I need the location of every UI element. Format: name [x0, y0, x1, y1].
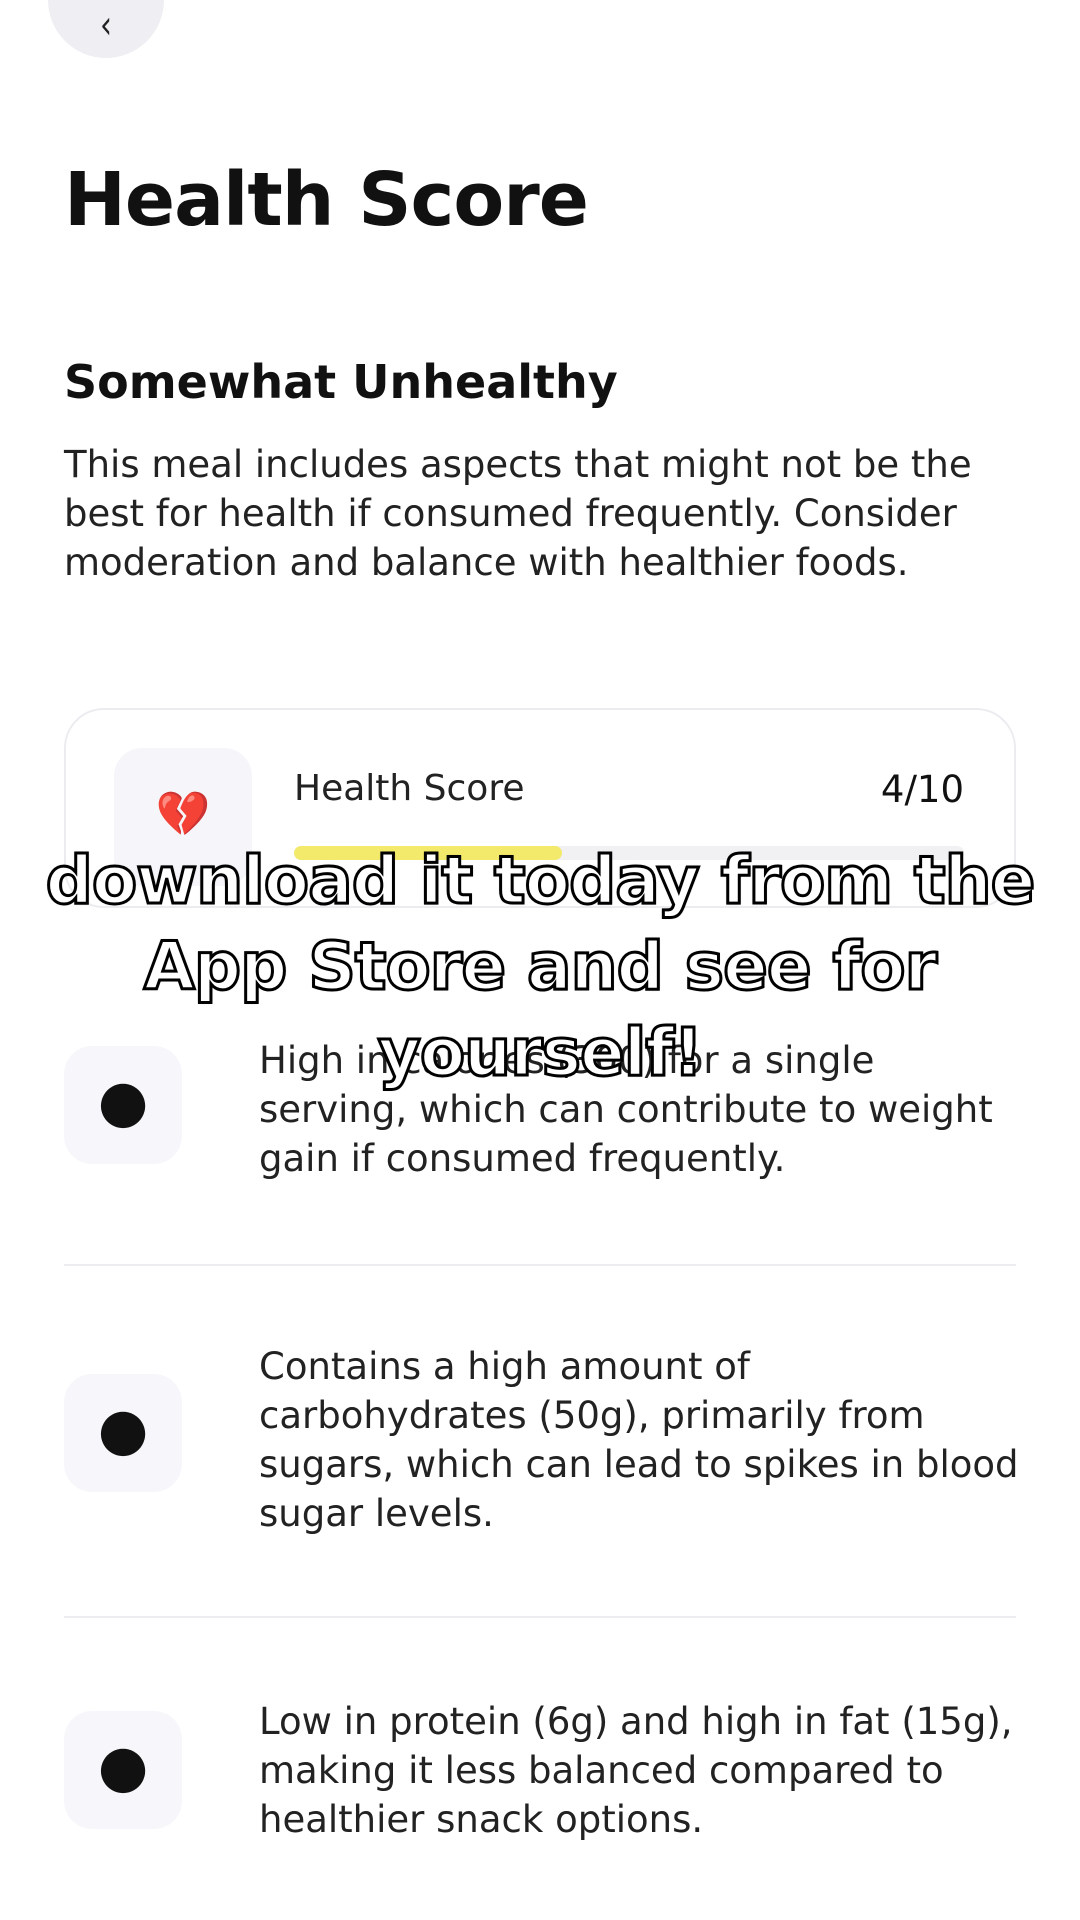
divider: [64, 1264, 1016, 1266]
score-value: 4/10: [880, 768, 964, 811]
health-score-screen: ‹ Health Score Somewhat Unhealthy This m…: [0, 0, 1080, 1920]
apple-icon: ●: [97, 1732, 149, 1800]
issue-text: Low in protein (6g) and high in fat (15g…: [259, 1700, 1013, 1841]
issue-text: Contains a high amount of carbohydrates …: [259, 1345, 1019, 1535]
divider: [64, 1616, 1016, 1618]
issue-icon-container: ●: [64, 1374, 182, 1492]
verdict-title: Somewhat Unhealthy: [64, 355, 618, 409]
score-label: Health Score: [294, 768, 525, 809]
video-caption-overlay: download it today from the App Store and…: [44, 841, 1037, 1093]
broken-heart-icon: 💔: [155, 789, 211, 840]
apple-icon: ●: [97, 1395, 149, 1463]
back-button[interactable]: ‹: [48, 0, 164, 58]
page-title: Health Score: [64, 157, 589, 243]
issue-icon-container: ●: [64, 1711, 182, 1829]
chevron-left-icon: ‹: [100, 2, 112, 49]
verdict-description: This meal includes aspects that might no…: [64, 443, 972, 584]
